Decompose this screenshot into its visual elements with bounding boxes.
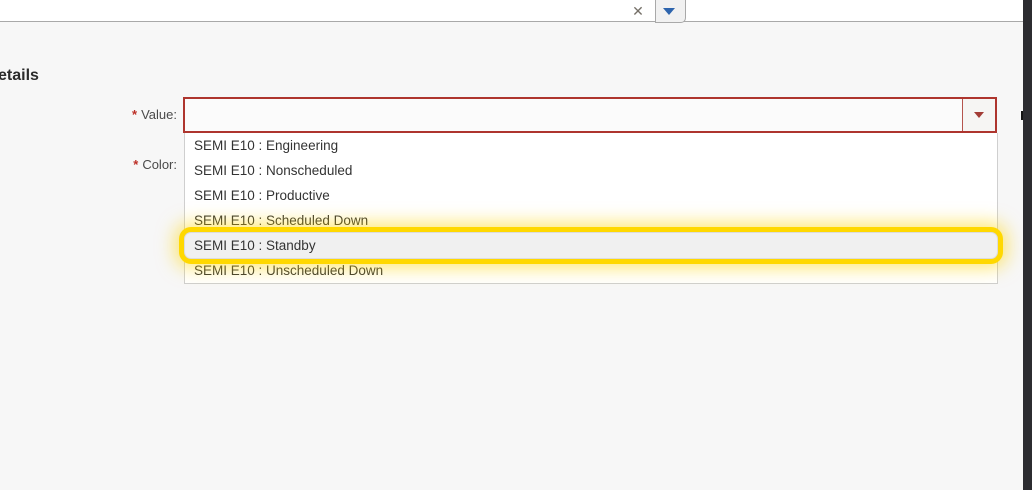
window-edge: [1023, 0, 1032, 490]
dropdown-option-label: SEMI E10 : Nonscheduled: [194, 163, 353, 178]
dropdown-option-label: SEMI E10 : Productive: [194, 188, 330, 203]
required-marker: *: [132, 107, 138, 122]
dropdown-option[interactable]: SEMI E10 : Standby: [185, 233, 997, 258]
chevron-down-icon: [663, 8, 675, 15]
dropdown-option[interactable]: SEMI E10 : Engineering: [185, 133, 997, 158]
dropdown-option[interactable]: SEMI E10 : Unscheduled Down: [185, 258, 997, 283]
value-label: * Value:: [0, 107, 177, 122]
window-edge-notch: [1021, 111, 1023, 120]
dropdown-option-label: SEMI E10 : Standby: [194, 238, 316, 253]
dropdown-option[interactable]: SEMI E10 : Nonscheduled: [185, 158, 997, 183]
required-marker: *: [133, 157, 139, 172]
section-heading: etails: [0, 67, 39, 84]
dropdown-option[interactable]: SEMI E10 : Scheduled Down: [185, 208, 997, 233]
value-label-text: Value:: [141, 107, 177, 122]
clear-icon[interactable]: ✕: [627, 1, 649, 21]
dropdown-option-label: SEMI E10 : Scheduled Down: [194, 213, 369, 228]
value-combobox[interactable]: [183, 97, 997, 133]
dropdown-option-label: SEMI E10 : Engineering: [194, 138, 339, 153]
value-combobox-dropdown-button[interactable]: [962, 99, 995, 131]
chevron-down-icon: [974, 112, 984, 118]
top-combobox[interactable]: [0, 0, 1023, 22]
color-label: * Color:: [0, 157, 177, 172]
color-label-text: Color:: [142, 157, 177, 172]
dropdown-list: SEMI E10 : Engineering SEMI E10 : Nonsch…: [184, 133, 998, 284]
dropdown-option[interactable]: SEMI E10 : Productive: [185, 183, 997, 208]
dropdown-option-label: SEMI E10 : Unscheduled Down: [194, 263, 384, 278]
